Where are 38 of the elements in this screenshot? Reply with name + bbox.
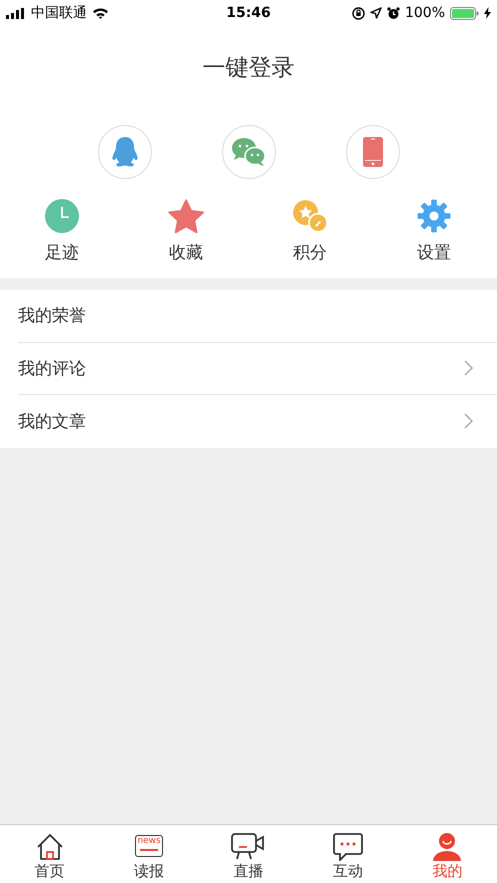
chat-bubbles-icon	[230, 137, 266, 167]
video-camera-icon	[231, 833, 266, 861]
menu-row[interactable]: 我的评论	[18, 342, 497, 395]
tab-bar-item[interactable]: 我的	[398, 825, 497, 883]
battery-percent: 100%	[404, 5, 445, 21]
location-icon	[370, 7, 382, 19]
shortcut-button[interactable]: 收藏	[124, 199, 248, 264]
penguin-icon	[110, 136, 138, 168]
shortcut-button[interactable]: 积分	[248, 199, 372, 264]
person-icon	[432, 833, 462, 861]
menu-row[interactable]: 我的文章	[18, 395, 497, 448]
tab-bar-item[interactable]: 互动	[298, 825, 398, 883]
menu-row[interactable]: 我的荣誉	[18, 290, 497, 342]
alarm-icon	[386, 6, 400, 20]
tab-bar-item[interactable]: 直播	[198, 825, 298, 883]
shortcut-button[interactable]: 足迹	[0, 199, 124, 264]
shortcut-button[interactable]: 设置	[372, 199, 496, 264]
signal-icon	[6, 8, 26, 18]
status-time: 15:46	[226, 5, 271, 21]
wifi-icon	[92, 7, 109, 19]
chat-bubble-icon	[332, 833, 363, 861]
rotation-lock-icon	[352, 6, 365, 20]
newspaper-icon: news	[135, 835, 164, 857]
settings-icon	[417, 199, 451, 233]
page-title[interactable]: 一键登录	[202, 52, 294, 83]
clock-icon	[45, 199, 79, 233]
phone-icon	[362, 137, 382, 167]
coins-icon	[292, 199, 328, 233]
battery-icon	[450, 6, 479, 20]
phone-login-button[interactable]	[346, 125, 400, 179]
tab-bar-item[interactable]: news 读报	[99, 825, 199, 883]
charging-icon	[484, 7, 491, 19]
star-icon	[168, 199, 204, 233]
home-icon	[34, 833, 65, 861]
chat-bubbles-login-button[interactable]	[222, 125, 276, 179]
carrier-name: 中国联通	[31, 4, 87, 22]
penguin-login-button[interactable]	[98, 125, 152, 179]
tab-bar-item[interactable]: 首页	[0, 825, 100, 883]
